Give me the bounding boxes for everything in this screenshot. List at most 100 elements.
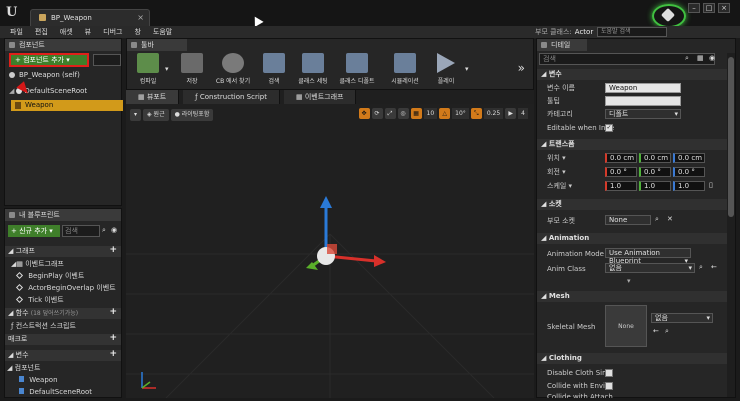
collide-env-checkbox[interactable]	[605, 382, 613, 390]
tab-event-graph[interactable]: ▦ 이벤트그래프	[283, 90, 357, 104]
add-variable-icon[interactable]: +	[109, 349, 117, 360]
disable-cloth-checkbox[interactable]	[605, 369, 613, 377]
tab-viewport[interactable]: ▦ 뷰포트	[126, 90, 180, 104]
section-animation[interactable]: ◢ Animation	[537, 233, 727, 244]
viewport[interactable]: ▾ ◈ 원근 ● 라이팅포함 ✥ ⟳ ⤢ ◎ ▦ 10 △ 10° ⤡ 0.25…	[126, 104, 534, 398]
components-tab[interactable]: 컴포넌트	[5, 39, 121, 51]
location-x-field[interactable]: 0.0 cm	[605, 153, 637, 163]
menu-window[interactable]: 창	[134, 27, 140, 37]
parent-class-value[interactable]: Actor	[575, 28, 593, 36]
eye-icon[interactable]: ◉	[709, 54, 715, 62]
editable-checkbox[interactable]: ✓	[605, 124, 613, 132]
variable-name-field[interactable]: Weapon	[605, 83, 681, 93]
section-graph[interactable]: ◢ 그래프 +	[5, 245, 121, 257]
menu-asset[interactable]: 애셋	[60, 27, 73, 37]
skeletal-mesh-dropdown[interactable]: 없음 ▾	[651, 313, 713, 323]
menu-file[interactable]: 파일	[10, 27, 23, 37]
scale-x-field[interactable]: 1.0	[605, 181, 637, 191]
category-dropdown[interactable]: 디폴트 ▾	[605, 109, 681, 119]
add-function-icon[interactable]: +	[109, 307, 117, 318]
grid-view-icon[interactable]: ▦	[697, 54, 704, 62]
lock-scale-icon[interactable]: ▯	[709, 181, 713, 189]
scale-z-field[interactable]: 1.0	[673, 181, 705, 191]
simulation-button[interactable]: 시뮬레이션	[385, 53, 425, 89]
scale-label[interactable]: 스케일 ▾	[547, 181, 572, 191]
rotation-y-field[interactable]: 0.0 °	[639, 167, 671, 177]
details-tab[interactable]: 디테일	[537, 39, 587, 51]
rotation-z-field[interactable]: 0.0 °	[673, 167, 705, 177]
event-item[interactable]: Tick 이벤트	[15, 295, 64, 305]
menu-help[interactable]: 도움말	[153, 27, 172, 37]
location-z-field[interactable]: 0.0 cm	[673, 153, 705, 163]
section-mesh[interactable]: ◢ Mesh	[537, 291, 727, 302]
menu-edit[interactable]: 편집	[35, 27, 48, 37]
construction-script-item[interactable]: ƒ 컨스트럭션 스크립트	[11, 321, 76, 331]
details-scrollbar[interactable]	[727, 53, 735, 397]
my-blueprint-tab[interactable]: 내 블루프린트	[5, 209, 121, 221]
tooltip-field[interactable]	[605, 96, 681, 106]
rotation-x-field[interactable]: 0.0 °	[605, 167, 637, 177]
rotation-label[interactable]: 회전 ▾	[547, 167, 566, 177]
search-icon[interactable]: ⌕	[655, 215, 659, 224]
variable-item[interactable]: Weapon	[19, 375, 58, 385]
section-clothing[interactable]: ◢ Clothing	[537, 353, 727, 364]
use-selected-icon[interactable]: ←	[653, 327, 659, 335]
component-weapon-item[interactable]: Weapon	[11, 100, 123, 111]
section-socket[interactable]: ◢ 소켓	[537, 199, 727, 210]
component-self-item[interactable]: BP_Weapon (self)	[9, 71, 80, 79]
event-graph-item[interactable]: ◢▦ 이벤트그래프	[11, 259, 64, 269]
help-search-input[interactable]: 도움말 검색	[597, 27, 667, 37]
blueprint-search-input[interactable]: 검색	[62, 225, 100, 237]
clear-icon[interactable]: ✕	[667, 215, 673, 223]
search-icon[interactable]: ⌕	[699, 263, 703, 272]
variable-item[interactable]: DefaultSceneRoot	[19, 387, 92, 397]
tab-construction-script[interactable]: ƒ Construction Script	[183, 90, 280, 104]
minimize-icon[interactable]: –	[688, 3, 700, 13]
toolbar-overflow-icon[interactable]: »	[518, 61, 525, 75]
class-settings-button[interactable]: 클래스 세팅	[293, 53, 333, 89]
close-window-icon[interactable]: ×	[718, 3, 730, 13]
add-graph-icon[interactable]: +	[109, 245, 117, 256]
close-tab-icon[interactable]: ×	[137, 10, 144, 26]
section-variable[interactable]: ◢ 변수	[537, 69, 727, 80]
search-icon[interactable]: ⌕	[102, 226, 106, 235]
advanced-expand-icon[interactable]: ▾	[627, 277, 631, 285]
expand-triangle-icon[interactable]: ◢	[9, 87, 14, 95]
section-function[interactable]: ◢ 함수 (18 덮어쓰기가능) +	[5, 307, 121, 319]
mesh-thumbnail[interactable]: None	[605, 305, 647, 347]
add-macro-icon[interactable]: +	[109, 333, 117, 344]
scale-y-field[interactable]: 1.0	[639, 181, 671, 191]
document-tab[interactable]: BP_Weapon ×	[30, 9, 150, 26]
components-category[interactable]: ◢ 컴포넌트	[7, 363, 40, 373]
transform-gizmo[interactable]	[306, 196, 386, 270]
search-icon[interactable]: ⌕	[665, 327, 669, 336]
use-selected-icon[interactable]: ←	[711, 263, 717, 271]
find-in-cb-button[interactable]: CB 에서 찾기	[211, 53, 255, 89]
save-button[interactable]: 저장	[173, 53, 211, 89]
event-item[interactable]: ActorBeginOverlap 이벤트	[15, 283, 116, 293]
maximize-icon[interactable]: □	[703, 3, 715, 13]
toolbar-tab[interactable]: 툴바	[127, 39, 187, 51]
search-button[interactable]: 검색	[255, 53, 293, 89]
compile-dropdown-icon[interactable]: ▾	[165, 65, 169, 73]
details-scrollbar-thumb[interactable]	[728, 57, 734, 217]
menu-view[interactable]: 뷰	[85, 27, 91, 37]
location-label[interactable]: 위치 ▾	[547, 153, 566, 163]
play-dropdown-icon[interactable]: ▾	[465, 65, 469, 73]
search-icon[interactable]: ⌕	[685, 54, 689, 63]
new-add-button[interactable]: + 신규 추가 ▾	[8, 225, 60, 237]
add-component-button[interactable]: + 컴포넌트 추가 ▾	[9, 53, 89, 67]
anim-class-dropdown[interactable]: 없음 ▾	[605, 263, 695, 273]
location-y-field[interactable]: 0.0 cm	[639, 153, 671, 163]
play-button[interactable]: 플레이	[427, 53, 465, 89]
eye-icon[interactable]: ◉	[111, 226, 117, 234]
menu-debug[interactable]: 디버그	[103, 27, 122, 37]
component-search-input[interactable]	[93, 54, 121, 66]
section-variable[interactable]: ◢ 변수 +	[5, 349, 121, 361]
section-transform[interactable]: ◢ 트랜스폼	[537, 139, 727, 150]
animation-mode-dropdown[interactable]: Use Animation Blueprint ▾	[605, 248, 691, 265]
compile-button[interactable]: 컴파일	[129, 53, 167, 89]
class-defaults-button[interactable]: 클래스 디폴트	[335, 53, 379, 89]
parent-socket-field[interactable]: None	[605, 215, 651, 225]
event-item[interactable]: BeginPlay 이벤트	[15, 271, 84, 281]
